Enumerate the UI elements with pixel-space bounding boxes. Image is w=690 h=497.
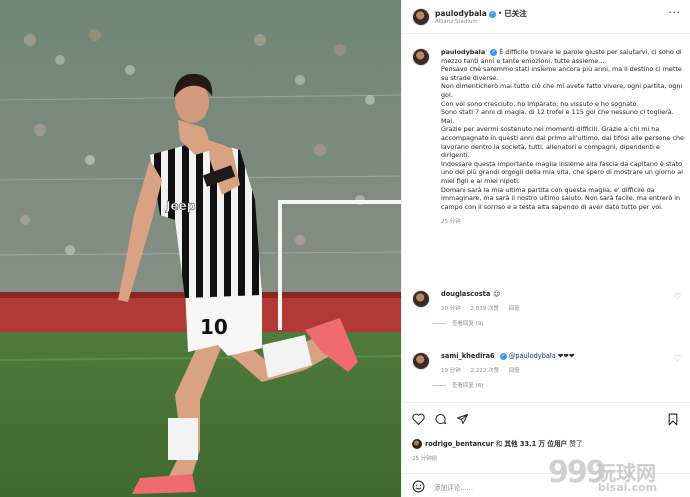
likes-summary: rodrigo_bentancur 和 其他 33.1 万 位用户 赞了: [412, 438, 582, 449]
comment-time: 20 分钟: [441, 306, 461, 312]
comment-text: sami_khedira6 ✓ @paulodybala ❤❤❤: [441, 352, 687, 361]
instagram-post: 10 Jeep paulodybala ✓ • 已关注 Allianz Stadium…: [0, 0, 690, 497]
verified-badge-icon: ✓: [488, 10, 496, 18]
jersey-sponsor: Jeep: [165, 199, 196, 213]
caption-verified-badge-icon: ✓: [490, 48, 498, 56]
view-replies-button[interactable]: 查看回复 (6): [452, 381, 687, 389]
comment-likes[interactable]: 2,222 次赞: [471, 368, 500, 374]
comment-hearts: ❤❤❤: [557, 352, 575, 360]
comment-avatar[interactable]: [412, 290, 430, 308]
author-username[interactable]: paulodybala: [435, 9, 487, 18]
comment-avatar[interactable]: [412, 352, 430, 370]
follow-status-button[interactable]: 已关注: [504, 9, 527, 18]
caption-line-7: Domani sarà la mia ultima partita con qu…: [441, 185, 681, 211]
add-comment-input[interactable]: 添加评论......: [434, 482, 473, 492]
comment-mention[interactable]: @paulodybala: [509, 352, 556, 360]
caption-line-2: Non dimenticherò mai tutto ciò che mi av…: [441, 82, 683, 99]
caption-username[interactable]: paulodybala: [441, 48, 485, 56]
share-paper-plane-icon[interactable]: [456, 413, 469, 425]
shorts-number: 10: [200, 315, 228, 339]
caption-line-3: Con voi sono cresciuto, ho imparato, ho …: [441, 99, 639, 108]
comment-username[interactable]: sami_khedira6: [441, 352, 495, 360]
post-header: paulodybala ✓ • 已关注 Allianz Stadium ···: [402, 0, 690, 34]
player-celebration-image: 10 Jeep: [0, 0, 401, 497]
comment-reply-button[interactable]: 回复: [509, 368, 520, 374]
comment-username[interactable]: douglascosta: [441, 290, 490, 298]
caption-line-4: Sono stati 7 anni di magia, di 12 trofei…: [441, 108, 674, 125]
comment-verified-badge-icon: ✓: [499, 352, 507, 360]
save-bookmark-icon[interactable]: [667, 413, 679, 426]
comment-meta: 20 分钟 2,839 次赞 回复: [441, 304, 687, 312]
caption-body: paulodybala ✓ È difficile trovare le paro…: [441, 48, 687, 211]
like-heart-icon[interactable]: [412, 413, 425, 425]
liker-avatar[interactable]: [412, 439, 422, 449]
separator-dot: •: [497, 9, 503, 18]
post-location[interactable]: Allianz Stadium: [435, 19, 478, 25]
comment-likes[interactable]: 2,839 次赞: [471, 306, 500, 312]
post-details-panel: paulodybala ✓ • 已关注 Allianz Stadium ··· pau…: [401, 0, 690, 497]
caption-time: 25 分钟: [441, 219, 461, 226]
caption-line-0: paulodybala ✓ È difficile trovare le paro…: [441, 48, 682, 65]
author-avatar[interactable]: [412, 8, 430, 26]
comment-bubble-icon[interactable]: [434, 413, 447, 425]
caption-line-6: Indossare questa importante maglia insie…: [441, 159, 683, 185]
caption-line-1: Pensavo che saremmo stati insieme ancora…: [441, 65, 682, 82]
post-timestamp: 25 分钟前: [412, 456, 438, 462]
comment-like-heart-icon[interactable]: ♡: [674, 292, 681, 301]
comment-meta: 19 分钟 2,222 次赞 回复: [441, 366, 687, 374]
view-replies-button[interactable]: 查看回复 (9): [452, 319, 687, 327]
site-watermark: 999 玩球网 bisai.com: [548, 455, 688, 495]
comment-emoji: ☺: [493, 290, 501, 298]
caption-author-avatar[interactable]: [412, 48, 430, 66]
emoji-smiley-icon[interactable]: [412, 480, 425, 493]
comment-text: douglascosta ☺: [441, 290, 687, 299]
watermark-url: bisai.com: [598, 481, 658, 494]
liker-username[interactable]: rodrigo_bentancur: [425, 440, 494, 448]
comment-time: 19 分钟: [441, 368, 461, 374]
likes-count-link[interactable]: 其他 33.1 万 位用户: [504, 440, 567, 448]
comment-sami-khedira: sami_khedira6 ✓ @paulodybala ❤❤❤ 19 分钟 2,…: [412, 352, 687, 389]
comment-reply-button[interactable]: 回复: [509, 306, 520, 312]
author-username-row: paulodybala ✓ • 已关注: [435, 8, 527, 19]
post-photo[interactable]: 10 Jeep: [0, 0, 401, 497]
comment-like-heart-icon[interactable]: ♡: [674, 354, 681, 363]
caption-line-5: Grazie per avermi sostenuto nei momenti …: [441, 125, 684, 160]
comment-douglascosta: douglascosta ☺ 20 分钟 2,839 次赞 回复 查看回复 (9)…: [412, 290, 687, 327]
more-options-icon[interactable]: ···: [668, 8, 681, 19]
post-caption: paulodybala ✓ È difficile trovare le paro…: [412, 48, 687, 225]
